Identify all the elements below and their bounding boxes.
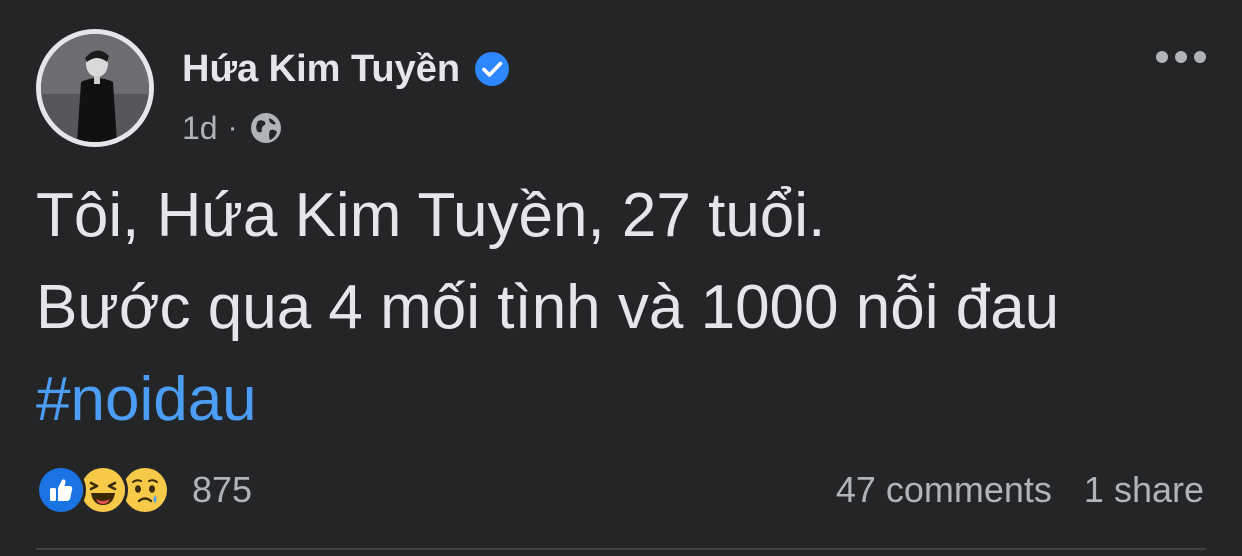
post-meta: 1d · xyxy=(182,108,284,148)
shares-count-link[interactable]: 1 share xyxy=(1084,465,1204,515)
profile-photo xyxy=(41,34,149,142)
post-timestamp[interactable]: 1d xyxy=(182,108,218,148)
hashtag-link[interactable]: #noidau xyxy=(36,354,1216,446)
post-text-line-1: Tôi, Hứa Kim Tuyền, 27 tuổi. xyxy=(36,181,826,250)
facebook-post: Hứa Kim Tuyền 1d · Tôi, Hứa Kim Tuyền, 2… xyxy=(0,0,1242,556)
globe-icon[interactable] xyxy=(248,110,284,146)
reactions-summary[interactable]: 875 xyxy=(36,465,252,515)
author-name[interactable]: Hứa Kim Tuyền xyxy=(182,46,460,92)
more-options-icon[interactable] xyxy=(1154,46,1208,68)
meta-separator: · xyxy=(227,111,238,144)
post-text-line-2: Bước qua 4 mối tình và 1000 nỗi đau xyxy=(36,273,1060,342)
verified-badge-icon xyxy=(475,52,510,86)
like-reaction-icon xyxy=(36,465,86,515)
divider xyxy=(36,548,1206,550)
post-content: Tôi, Hứa Kim Tuyền, 27 tuổi. Bước qua 4 … xyxy=(36,170,1216,446)
avatar[interactable] xyxy=(36,29,154,147)
engagement-stats: 47 comments 1 share xyxy=(836,465,1204,515)
post-author: Hứa Kim Tuyền xyxy=(182,46,510,92)
reaction-count[interactable]: 875 xyxy=(192,465,252,515)
comments-count-link[interactable]: 47 comments xyxy=(836,465,1052,515)
